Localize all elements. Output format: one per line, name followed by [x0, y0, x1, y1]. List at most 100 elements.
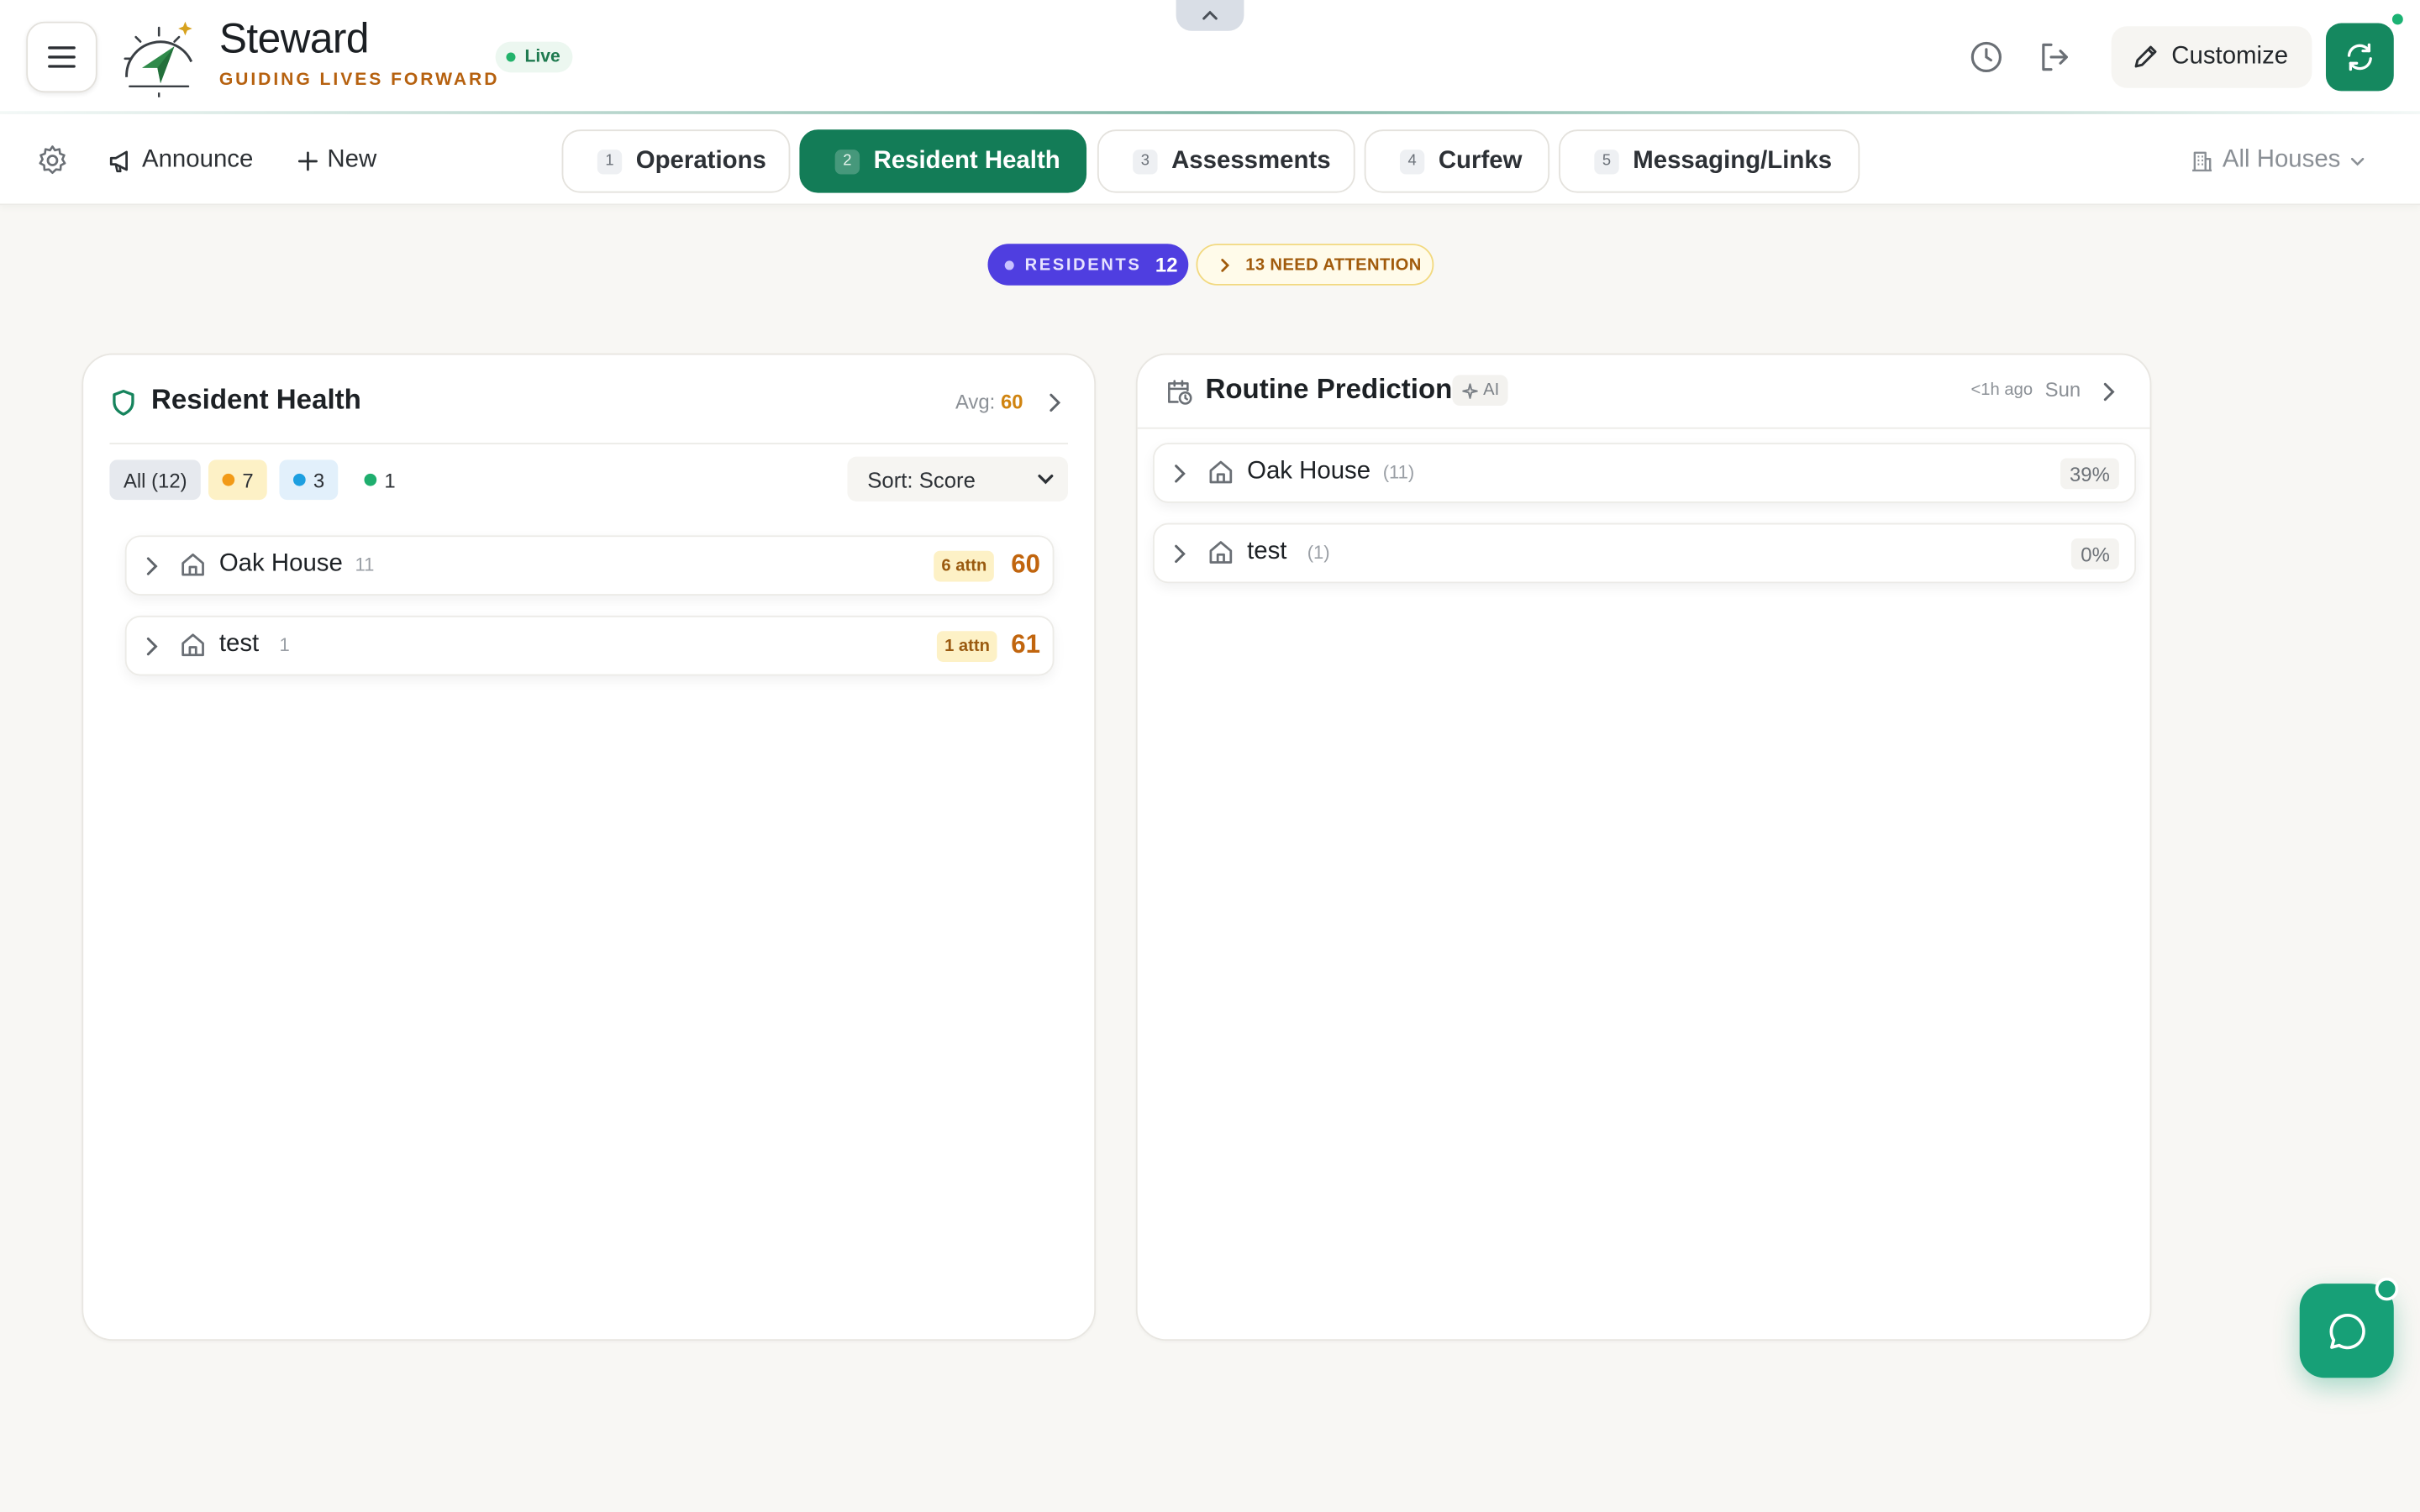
announce-button[interactable]: Announce [108, 144, 254, 177]
need-attention-pill[interactable]: 13 NEED ATTENTION [1196, 244, 1434, 286]
card-divider [1137, 427, 2150, 429]
sort-select[interactable]: Sort: Score [847, 456, 1069, 501]
prediction-row-test[interactable]: test (1) 0% [1153, 522, 2137, 584]
chevron-right-icon [1221, 258, 1230, 271]
residents-label: RESIDENTS [1024, 255, 1142, 275]
menu-button[interactable] [26, 21, 97, 93]
tab-curfew[interactable]: 4 Curfew [1364, 129, 1550, 193]
new-button[interactable]: New [297, 144, 377, 177]
sort-label: Sort: Score [867, 466, 976, 491]
prediction-day: Sun [2044, 378, 2081, 402]
app-header: Steward GUIDING LIVES FORWARD Live Custo… [0, 0, 2420, 114]
filter-blue[interactable]: 3 [279, 459, 339, 501]
chevron-right-icon[interactable] [1046, 392, 1061, 414]
house-icon [1209, 541, 1233, 564]
logout-icon [2042, 43, 2068, 71]
logout-button[interactable] [2034, 37, 2075, 77]
live-status-label: Live [524, 47, 560, 66]
sparkle-icon [1462, 382, 1478, 398]
chevron-right-icon[interactable] [2101, 381, 2116, 403]
house-icon [182, 553, 204, 576]
refresh-icon [2347, 43, 2372, 71]
attention-badge: 1 attn [936, 631, 998, 662]
prediction-row-oak-house[interactable]: Oak House (11) 39% [1153, 443, 2137, 503]
house-row-test[interactable]: test 1 1 attn 61 [124, 615, 1055, 676]
compass-logo-icon [124, 21, 193, 97]
sync-status-dot [2391, 12, 2405, 27]
chevron-right-icon [146, 557, 158, 575]
routine-predictions-card: Routine Predictions AI <1h ago Sun Oak H… [1135, 353, 2152, 1341]
tab-number: 1 [597, 149, 623, 174]
collapse-header-button[interactable] [1176, 0, 1244, 31]
routine-predictions-title: Routine Predictions [1205, 373, 1468, 405]
blue-dot-icon [292, 473, 306, 486]
house-score: 60 [1011, 549, 1040, 579]
tab-messaging-links[interactable]: 5 Messaging/Links [1559, 129, 1860, 193]
need-attention-label: 13 NEED ATTENTION [1245, 255, 1422, 275]
house-name: Oak House [1247, 458, 1371, 485]
houses-filter-label: All Houses [2222, 146, 2341, 173]
customize-label: Customize [2171, 43, 2289, 70]
residents-count-pill[interactable]: RESIDENTS 12 [987, 244, 1189, 286]
filter-green-count: 1 [384, 468, 396, 491]
app-tagline: GUIDING LIVES FORWARD [218, 71, 500, 90]
chevron-right-icon [1175, 544, 1186, 564]
live-status-badge: Live [495, 41, 573, 73]
card-divider [109, 443, 1069, 444]
tab-operations[interactable]: 1 Operations [561, 129, 791, 193]
megaphone-icon [109, 150, 128, 172]
filter-blue-count: 3 [313, 468, 325, 491]
refresh-button[interactable] [2325, 23, 2394, 92]
last-updated: <1h ago [1970, 381, 2033, 400]
shield-icon [113, 389, 134, 416]
average-score: Avg: 60 [955, 391, 1023, 414]
new-label: New [327, 146, 377, 173]
chevron-down-icon [1038, 474, 1054, 485]
resident-health-card: Resident Health Avg: 60 All (12) 7 3 1 S… [82, 353, 1097, 1341]
chevron-right-icon [1175, 465, 1186, 483]
houses-filter-dropdown[interactable]: All Houses [2190, 144, 2366, 177]
prediction-percent: 0% [2071, 538, 2119, 570]
toolbar: Announce New 1 Operations 2 Resident Hea… [0, 113, 2420, 206]
house-resident-count: 1 [279, 633, 290, 656]
tab-number: 2 [834, 149, 860, 174]
announce-label: Announce [141, 146, 254, 173]
tab-label: Resident Health [873, 147, 1060, 174]
plus-icon [297, 150, 318, 171]
chat-bubble-icon [2328, 1313, 2365, 1349]
ai-badge: AI [1452, 375, 1509, 407]
average-value: 60 [1000, 390, 1023, 414]
history-button[interactable] [1966, 37, 2007, 77]
chevron-down-icon [2351, 156, 2365, 165]
tab-label: Assessments [1171, 147, 1331, 174]
prediction-percent: 39% [2060, 458, 2119, 490]
history-icon [1970, 41, 2002, 73]
filter-green[interactable]: 1 [350, 459, 409, 500]
chevron-right-icon [146, 637, 158, 656]
tab-resident-health[interactable]: 2 Resident Health [799, 129, 1087, 193]
tab-assessments[interactable]: 3 Assessments [1097, 129, 1355, 193]
filter-orange[interactable]: 7 [208, 459, 268, 501]
house-score: 61 [1011, 629, 1040, 659]
house-name: test [1247, 538, 1287, 565]
live-dot-icon [506, 52, 516, 62]
building-icon [2192, 150, 2212, 171]
pencil-icon [2134, 45, 2157, 68]
customize-button[interactable]: Customize [2111, 26, 2312, 88]
house-resident-count: (11) [1382, 461, 1415, 483]
average-label: Avg: [955, 390, 996, 414]
gear-icon[interactable] [35, 144, 69, 177]
filter-all[interactable]: All (12) [109, 459, 202, 501]
house-resident-count: (1) [1307, 541, 1330, 564]
residents-dot-icon [1004, 260, 1014, 270]
ai-label: AI [1483, 381, 1500, 400]
app-title: Steward [218, 15, 370, 62]
house-icon [182, 633, 204, 657]
calendar-clock-icon [1168, 380, 1192, 405]
menu-icon [48, 46, 76, 68]
filter-orange-count: 7 [242, 468, 254, 491]
house-name: Oak House [218, 550, 343, 577]
house-row-oak-house[interactable]: Oak House 11 6 attn 60 [124, 535, 1055, 596]
house-name: test [218, 631, 260, 658]
filter-all-label: All (12) [123, 468, 187, 491]
